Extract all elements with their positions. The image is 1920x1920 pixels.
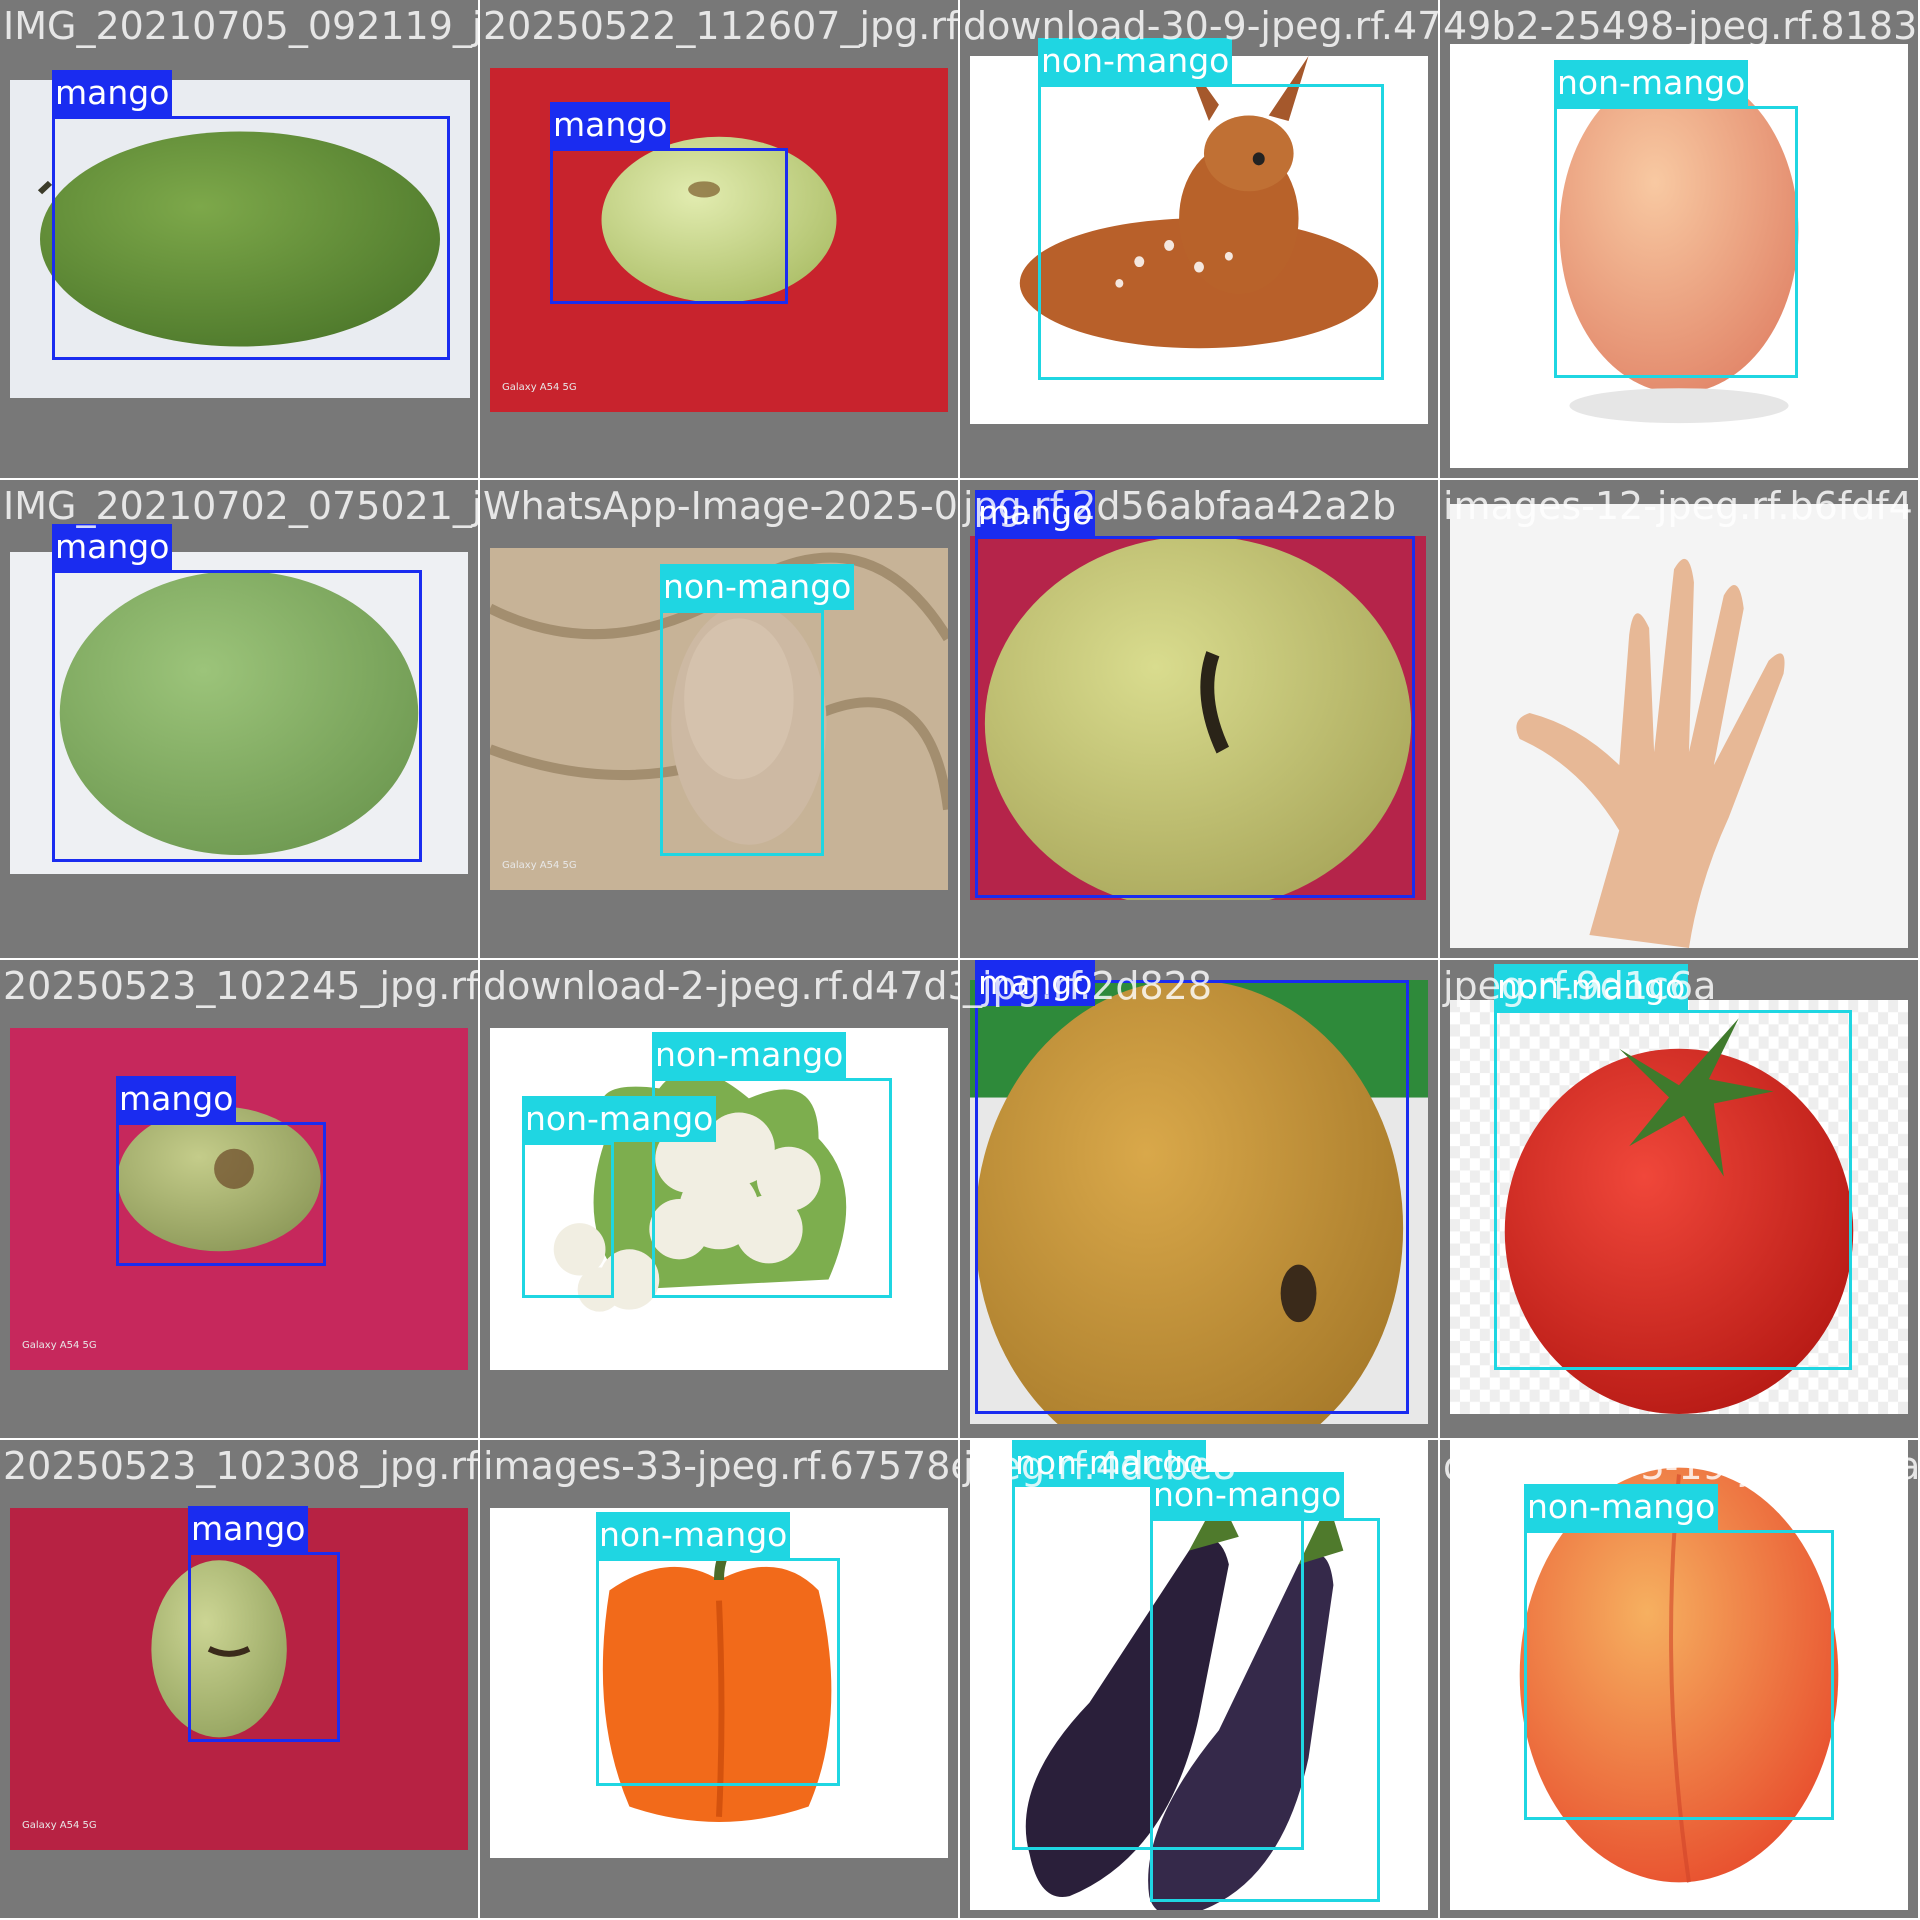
tile-filename: jpeg.rf.4dcbe8 <box>963 1444 1237 1488</box>
box-label: mango <box>52 70 173 116</box>
box-label: mango <box>550 102 671 148</box>
mosaic-tile: non-mangodownload-30-9-jpeg.rf.47cc1b <box>960 0 1438 478</box>
bounding-box-non-mango <box>660 610 824 856</box>
tile-filename: IMG_20210702_075021_jpg <box>3 484 478 528</box>
mosaic-tile: non-mango jpeg.rf.9d1c6a <box>1440 960 1918 1438</box>
box-label: non-mango <box>596 1512 791 1558</box>
tile-filename: images-33-jpeg.rf.67578e2 <box>483 1444 958 1488</box>
tile-filename: download-3-19-jpeg.rf.5a996 <box>1443 1444 1918 1488</box>
bounding-box-mango <box>188 1552 340 1742</box>
mosaic-tile: mango _jpg.rf.2d828 <box>960 960 1438 1438</box>
bounding-box-mango <box>52 116 450 360</box>
box-label: non-mango <box>660 564 855 610</box>
bounding-box-mango <box>550 148 788 304</box>
bounding-box-mango <box>975 980 1409 1414</box>
bounding-box-non-mango <box>1038 84 1384 380</box>
camera-watermark: Galaxy A54 5G <box>502 382 577 393</box>
box-label: non-mango <box>522 1096 717 1142</box>
box-label: non-mango <box>1554 60 1749 106</box>
mosaic-tile: images-12-jpeg.rf.b6fdf4 <box>1440 480 1918 958</box>
bounding-box-mango <box>52 570 422 862</box>
tile-filename: download-30-9-jpeg.rf.47cc1b <box>963 4 1438 48</box>
mosaic-tile: non-mango non-mango download-2-jpeg.rf.d47… <box>480 960 958 1438</box>
tile-filename: 20250522_112607_jpg.rf.f17 <box>483 4 958 48</box>
tile-filename: 20250523_102245_jpg.rf.30e <box>3 964 478 1008</box>
bounding-box-non-mango <box>1494 1010 1852 1370</box>
mosaic-tile: mango IMG_20210705_092119_jpg <box>0 0 478 478</box>
tile-photo <box>1450 504 1908 948</box>
tile-filename: jpg.rf.2d56abfaa42a2b <box>963 484 1397 528</box>
mosaic-tile: Galaxy A54 5G mango 20250523_102308_jpg.rf… <box>0 1440 478 1918</box>
camera-watermark: Galaxy A54 5G <box>22 1820 97 1831</box>
mosaic-tile: mango IMG_20210702_075021_jpg <box>0 480 478 958</box>
tile-filename: _jpg.rf.2d828 <box>963 964 1213 1008</box>
bounding-box-non-mango <box>522 1142 614 1298</box>
tile-filename: jpeg.rf.9d1c6a <box>1443 964 1717 1008</box>
box-label: mango <box>116 1076 237 1122</box>
bounding-box-mango <box>975 536 1415 898</box>
tile-filename: 20250523_102308_jpg.rf.59 <box>3 1444 478 1488</box>
camera-watermark: Galaxy A54 5G <box>22 1340 97 1351</box>
box-label: mango <box>188 1506 309 1552</box>
tile-filename: IMG_20210705_092119_jpg <box>3 4 478 48</box>
mosaic-tile: non-mangodownload-3-19-jpeg.rf.5a996 <box>1440 1440 1918 1918</box>
mosaic-tile: Galaxy A54 5G mango 20250523_102245_jpg.rf… <box>0 960 478 1438</box>
mosaic-tile: mango jpg.rf.2d56abfaa42a2b <box>960 480 1438 958</box>
mosaic-tile: non-mango non-mango jpeg.rf.4dcbe8 <box>960 1440 1438 1918</box>
mosaic-tile: Galaxy A54 5G mango 20250522_112607_jpg.rf… <box>480 0 958 478</box>
mosaic-tile: non-mango images-33-jpeg.rf.67578e2 <box>480 1440 958 1918</box>
mosaic-tile: non-mango 49b2-25498-jpeg.rf.8183e <box>1440 0 1918 478</box>
bounding-box-non-mango <box>1150 1518 1380 1902</box>
camera-watermark: Galaxy A54 5G <box>502 860 577 871</box>
bounding-box-non-mango <box>1554 106 1798 378</box>
tile-filename: 49b2-25498-jpeg.rf.8183e <box>1443 4 1918 48</box>
tile-filename: download-2-jpeg.rf.d47d3fd <box>483 964 958 1008</box>
bounding-box-non-mango <box>1524 1530 1834 1820</box>
tile-filename: images-12-jpeg.rf.b6fdf4 <box>1443 484 1913 528</box>
tile-filename: WhatsApp-Image-2025-07-01 <box>483 484 958 528</box>
box-label: non-mango <box>652 1032 847 1078</box>
bounding-box-non-mango <box>596 1558 840 1786</box>
bounding-box-mango <box>116 1122 326 1266</box>
detection-mosaic: mango IMG_20210705_092119_jpg Galaxy A54 5… <box>0 0 1920 1920</box>
mosaic-tile: Galaxy A54 5G non-mango WhatsApp-Image-202… <box>480 480 958 958</box>
